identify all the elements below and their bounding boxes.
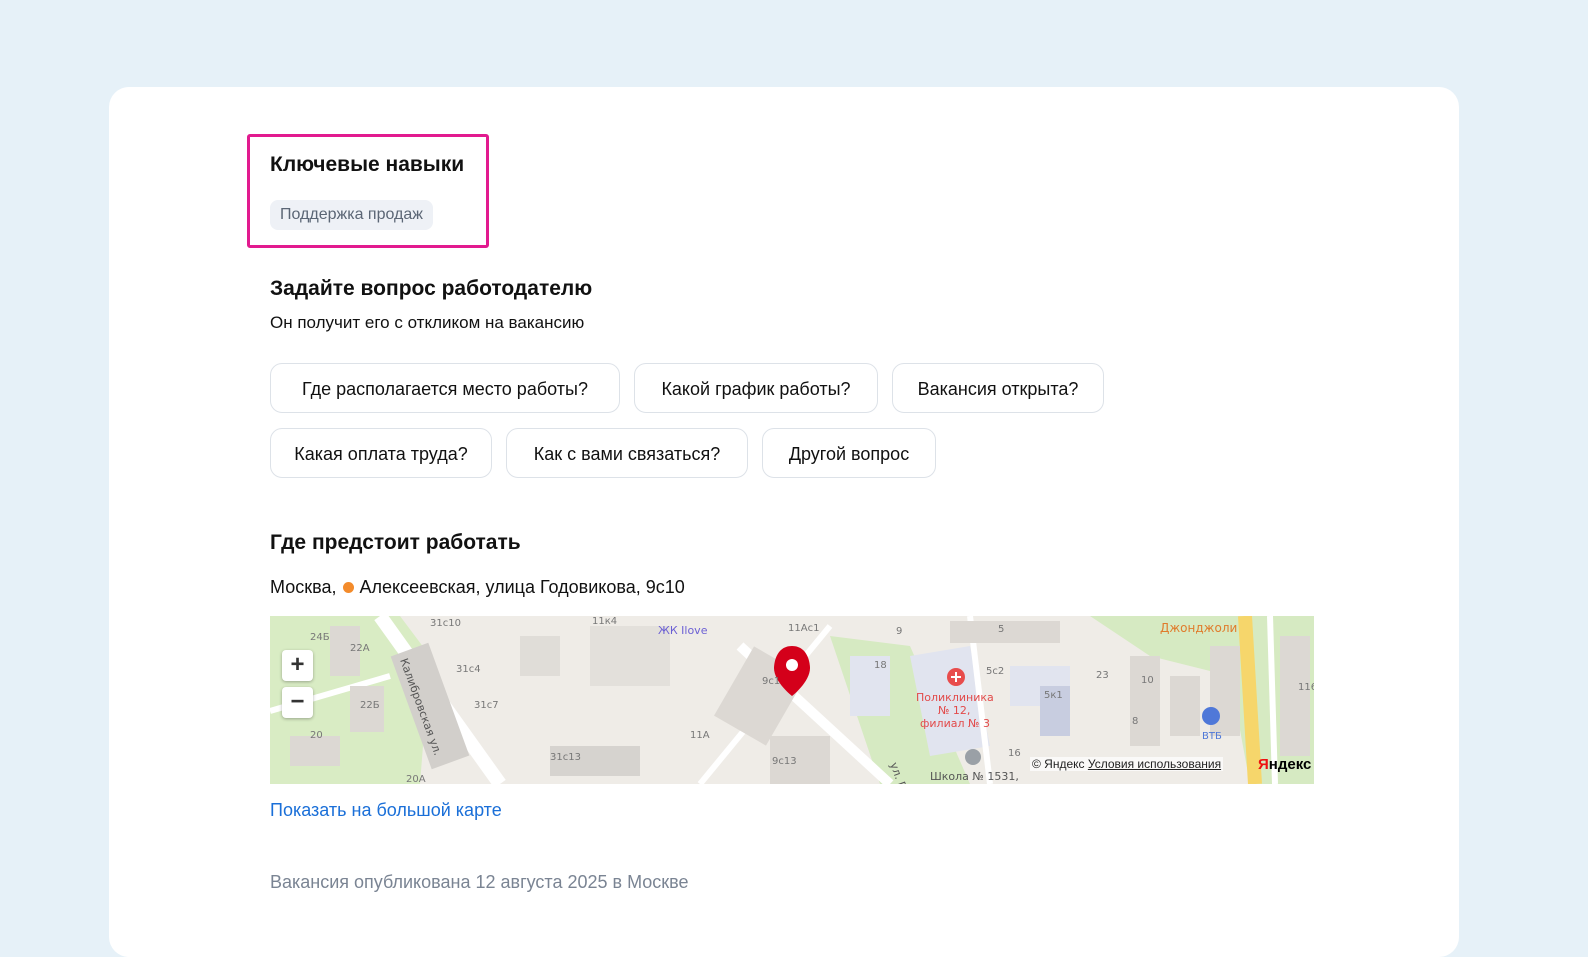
ask-employer-title: Задайте вопрос работодателю xyxy=(270,277,593,300)
city: Москва, xyxy=(270,577,337,597)
svg-text:5с2: 5с2 xyxy=(986,666,1004,677)
svg-text:23: 23 xyxy=(1096,670,1109,681)
ask-employer-subtitle: Он получит его с откликом на вакансию xyxy=(270,313,585,332)
svg-text:8: 8 xyxy=(1132,716,1138,727)
svg-text:20: 20 xyxy=(310,730,323,741)
svg-text:Джонджоли: Джонджоли xyxy=(1160,621,1237,635)
map-copyright-text: © Яндекс xyxy=(1032,757,1085,771)
key-skills-title: Ключевые навыки xyxy=(270,153,465,176)
svg-text:31с7: 31с7 xyxy=(474,700,499,711)
svg-text:9с1: 9с1 xyxy=(762,676,780,687)
svg-text:11к4: 11к4 xyxy=(592,616,617,627)
map-copyright: © Яндекс Условия использования xyxy=(1030,757,1224,771)
question-chip-contact[interactable]: Как с вами связаться? xyxy=(506,428,748,478)
svg-text:11Ас1: 11Ас1 xyxy=(788,623,819,634)
svg-text:10: 10 xyxy=(1141,675,1154,686)
question-chip-location[interactable]: Где располагается место работы? xyxy=(270,363,620,413)
svg-text:31с10: 31с10 xyxy=(430,618,461,629)
svg-text:16: 16 xyxy=(1008,748,1021,759)
svg-text:22А: 22А xyxy=(350,643,370,654)
question-chip-salary[interactable]: Какая оплата труда? xyxy=(270,428,492,478)
svg-text:Школа № 1531,: Школа № 1531, xyxy=(930,770,1019,783)
svg-text:20А: 20А xyxy=(406,774,426,784)
svg-text:31с13: 31с13 xyxy=(550,752,581,763)
map-zoom-out-button[interactable]: − xyxy=(282,687,313,718)
svg-text:5к1: 5к1 xyxy=(1044,690,1063,701)
vacancy-published-date: Вакансия опубликована 12 августа 2025 в … xyxy=(270,872,689,892)
skill-tag: Поддержка продаж xyxy=(270,200,433,230)
svg-text:ЖК Ilove: ЖК Ilove xyxy=(658,624,708,637)
svg-text:24Б: 24Б xyxy=(310,632,330,643)
svg-text:ВТБ: ВТБ xyxy=(1202,731,1222,742)
question-chip-open[interactable]: Вакансия открыта? xyxy=(892,363,1104,413)
key-skills-highlight xyxy=(247,134,489,248)
map-zoom-in-button[interactable]: + xyxy=(282,650,313,681)
show-big-map-link[interactable]: Показать на большой карте xyxy=(270,800,502,821)
question-chip-schedule[interactable]: Какой график работы? xyxy=(634,363,878,413)
map-terms-link[interactable]: Условия использования xyxy=(1088,757,1221,771)
svg-text:9: 9 xyxy=(896,626,902,637)
svg-text:18: 18 xyxy=(874,660,887,671)
question-chip-other[interactable]: Другой вопрос xyxy=(762,428,936,478)
metro-line-icon xyxy=(343,582,355,593)
svg-text:9с13: 9с13 xyxy=(772,756,797,767)
svg-text:116А: 116А xyxy=(1298,682,1314,693)
svg-text:22Б: 22Б xyxy=(360,700,380,711)
svg-text:Поликлиника: Поликлиника xyxy=(916,691,994,704)
work-address: Москва, Алексеевская, улица Годовикова, … xyxy=(270,577,685,598)
street-address: Алексеевская, улица Годовикова, 9с10 xyxy=(359,577,685,597)
svg-text:31с4: 31с4 xyxy=(456,664,481,675)
yandex-logo: Яндекс xyxy=(1258,756,1312,773)
svg-text:№ 12,: № 12, xyxy=(938,704,970,717)
svg-text:11А: 11А xyxy=(690,730,710,741)
svg-text:филиал № 3: филиал № 3 xyxy=(920,717,990,730)
work-location-title: Где предстоит работать xyxy=(270,531,521,554)
svg-text:5: 5 xyxy=(998,624,1004,635)
